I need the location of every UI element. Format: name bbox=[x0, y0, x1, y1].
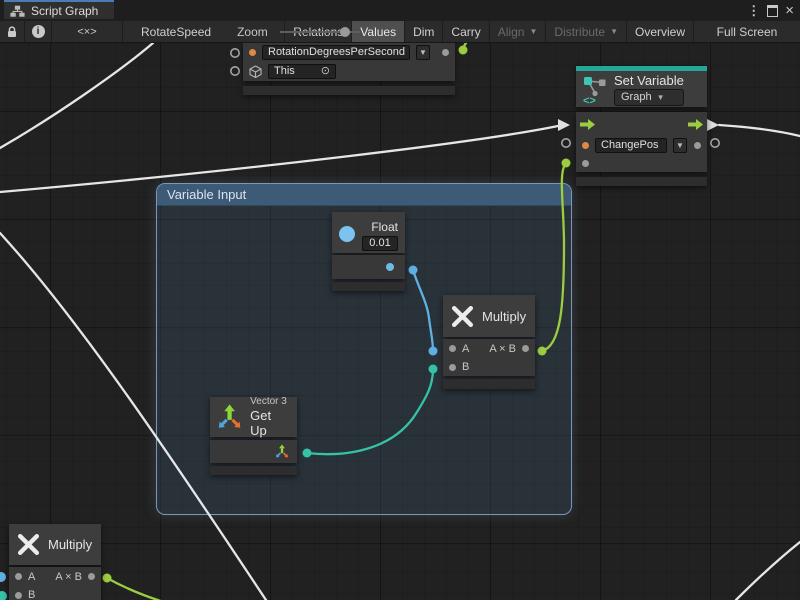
output-label: A × B bbox=[55, 571, 82, 583]
node-multiply-bottom[interactable]: Multiply A A × B B bbox=[9, 524, 101, 600]
node-multiply-center[interactable]: Multiply A A × B B bbox=[443, 295, 535, 389]
group-title: Variable Input bbox=[167, 187, 246, 202]
info-icon: i bbox=[32, 25, 45, 38]
multiply-icon bbox=[450, 304, 475, 329]
multiply-icon bbox=[16, 532, 41, 557]
target-label: This bbox=[274, 64, 295, 79]
value-input-port[interactable] bbox=[582, 160, 589, 167]
node-footer bbox=[243, 86, 455, 95]
object-picker-icon[interactable]: ⊙ bbox=[321, 64, 330, 79]
node-get-variable[interactable]: RotationDegreesPerSecond ▼ This ⊙ bbox=[243, 43, 455, 95]
overview-button[interactable]: Overview bbox=[627, 21, 694, 42]
angle-brackets-icon: <×> bbox=[77, 26, 96, 38]
variable-port-dot[interactable] bbox=[249, 49, 256, 56]
graph-name-breadcrumb[interactable]: RotateSpeed bbox=[141, 25, 211, 39]
variable-name-dropdown[interactable]: RotationDegreesPerSecond bbox=[262, 45, 410, 60]
cube-icon bbox=[249, 65, 262, 78]
zoom-slider[interactable] bbox=[280, 27, 360, 37]
node-title: Float bbox=[371, 220, 398, 234]
node-footer bbox=[332, 282, 405, 291]
input-b-port[interactable] bbox=[449, 364, 456, 371]
zoom-label: Zoom bbox=[237, 25, 268, 39]
hierarchy-icon bbox=[10, 4, 25, 18]
node-footer bbox=[576, 177, 707, 186]
vector3-axes-icon bbox=[217, 403, 242, 431]
target-object-field[interactable]: This ⊙ bbox=[268, 64, 336, 79]
variable-name-dropdown[interactable]: ChangePos bbox=[595, 138, 667, 153]
node-title: Get Up bbox=[250, 408, 290, 438]
zoom-slider-handle[interactable] bbox=[340, 27, 350, 37]
output-port[interactable] bbox=[88, 573, 95, 580]
value-output-port[interactable] bbox=[442, 49, 449, 56]
variable-name: ChangePos bbox=[601, 138, 659, 153]
chevron-down-icon[interactable]: ▼ bbox=[416, 45, 430, 60]
node-vector3-get-up[interactable]: Vector 3 Get Up bbox=[210, 397, 297, 475]
distribute-dropdown[interactable]: Distribute▼ bbox=[546, 21, 627, 42]
value-output-port[interactable] bbox=[386, 263, 394, 271]
input-b-port[interactable] bbox=[15, 592, 22, 599]
kebab-menu-icon[interactable]: ⋮ bbox=[747, 4, 760, 17]
variable-name: RotationDegreesPerSecond bbox=[268, 45, 405, 60]
float-value: 0.01 bbox=[369, 236, 390, 251]
input-a-port[interactable] bbox=[15, 573, 22, 580]
group-header[interactable]: Variable Input bbox=[157, 184, 571, 206]
lock-button[interactable] bbox=[0, 21, 25, 42]
vector3-output-port[interactable] bbox=[275, 444, 289, 459]
chevron-down-icon: ▼ bbox=[610, 27, 618, 36]
window-tab-bar: Script Graph ⋮ × bbox=[0, 0, 800, 21]
output-port[interactable] bbox=[522, 345, 529, 352]
full-screen-button[interactable]: Full Screen bbox=[694, 21, 800, 42]
variable-port-dot[interactable] bbox=[582, 142, 589, 149]
output-label: A × B bbox=[489, 343, 516, 355]
input-a-port[interactable] bbox=[449, 345, 456, 352]
scope-label: Graph bbox=[621, 91, 652, 103]
chevron-down-icon: ▼ bbox=[657, 93, 665, 102]
graph-variable-icon: <> bbox=[583, 74, 608, 105]
node-title: Multiply bbox=[482, 309, 526, 324]
node-title: Set Variable bbox=[614, 73, 684, 88]
tab-title: Script Graph bbox=[31, 4, 98, 18]
input-a-label: A bbox=[28, 571, 35, 583]
float-value-input[interactable]: 0.01 bbox=[362, 236, 398, 251]
lock-icon bbox=[5, 25, 19, 39]
close-icon[interactable]: × bbox=[785, 3, 794, 18]
node-footer bbox=[443, 379, 535, 389]
carry-button[interactable]: Carry bbox=[443, 21, 489, 42]
graph-toolbar: i <×> RotateSpeed Zoom 0.9x Relations Va… bbox=[0, 21, 800, 43]
values-button[interactable]: Values bbox=[352, 21, 405, 42]
flow-input-arrow[interactable] bbox=[580, 119, 595, 130]
dim-button[interactable]: Dim bbox=[405, 21, 443, 42]
float-type-icon bbox=[339, 226, 355, 242]
node-float-literal[interactable]: Float 0.01 bbox=[332, 212, 405, 291]
variable-scope-dropdown[interactable]: Graph ▼ bbox=[614, 89, 684, 106]
input-a-label: A bbox=[462, 343, 469, 355]
node-set-variable[interactable]: <> Set Variable Graph ▼ bbox=[576, 66, 707, 186]
align-dropdown[interactable]: Align▼ bbox=[490, 21, 547, 42]
chevron-down-icon: ▼ bbox=[529, 27, 537, 36]
input-b-label: B bbox=[462, 361, 469, 373]
input-b-label: B bbox=[28, 589, 35, 600]
inspect-button[interactable]: i bbox=[25, 21, 52, 42]
script-graph-window: Variable Input bbox=[0, 0, 800, 600]
value-output-port[interactable] bbox=[694, 142, 701, 149]
svg-text:<>: <> bbox=[583, 95, 596, 105]
flow-output-arrow[interactable] bbox=[688, 119, 703, 130]
chevron-down-icon[interactable]: ▼ bbox=[673, 138, 687, 153]
zoom-to-fit-button[interactable]: <×> bbox=[52, 21, 123, 42]
node-title: Multiply bbox=[48, 537, 92, 552]
node-type-label: Vector 3 bbox=[250, 396, 290, 407]
graph-reference-bar: RotateSpeed Zoom 0.9x bbox=[123, 21, 285, 42]
maximize-icon[interactable] bbox=[767, 5, 778, 17]
tab-script-graph[interactable]: Script Graph bbox=[4, 0, 114, 19]
node-footer bbox=[210, 466, 297, 475]
